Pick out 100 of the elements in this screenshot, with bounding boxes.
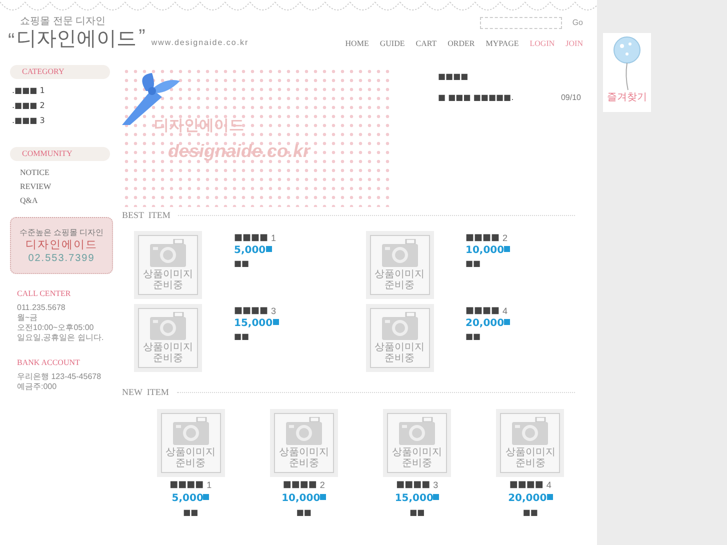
- bookmark-label[interactable]: 즐겨찾기: [607, 92, 647, 104]
- community-link[interactable]: REVIEW: [20, 181, 122, 193]
- section-title: BEST ITEM: [122, 209, 170, 222]
- camera-icon: [172, 417, 209, 445]
- item-name[interactable]: ■■■■: [170, 480, 204, 490]
- item-price: 20,000: [508, 493, 547, 505]
- placeholder-text: 상품이미지 준비중: [142, 268, 194, 290]
- info-text: 일요일,공휴일은 쉽니다.: [17, 333, 105, 343]
- camera-icon: [150, 238, 186, 266]
- camera-icon: [382, 312, 418, 340]
- placeholder-text: 상품이미지 준비중: [164, 447, 217, 469]
- search-field[interactable]: [480, 17, 562, 29]
- info-heading: CALL CENTER: [17, 288, 72, 300]
- camera-icon: [150, 312, 186, 340]
- image-placeholder[interactable]: 상품이미지 준비중: [383, 409, 452, 477]
- banner-title: 디자인에이드: [154, 116, 245, 136]
- logo[interactable]: 디자인에이드: [16, 27, 137, 51]
- nav-link[interactable]: HOME: [345, 38, 369, 50]
- camera-icon: [512, 417, 548, 445]
- community-link[interactable]: Q&A: [20, 195, 122, 207]
- item-number: 4: [546, 480, 552, 490]
- banner-subtitle: designaide.co.kr: [167, 140, 312, 163]
- item-price: 5,000: [172, 493, 204, 505]
- camera-icon: [286, 417, 322, 445]
- item-name[interactable]: ■■■■: [396, 480, 430, 490]
- item-price: 15,000: [234, 318, 273, 330]
- image-placeholder[interactable]: 상품이미지 준비중: [134, 304, 202, 372]
- item-name[interactable]: ■■■■: [509, 480, 544, 490]
- camera-icon: [382, 238, 418, 266]
- currency-icon: [504, 318, 510, 324]
- image-placeholder[interactable]: 상품이미지 준비중: [134, 230, 202, 298]
- item-name[interactable]: ■■■■: [234, 232, 268, 242]
- info-text: 오전10:00~오후05:00: [17, 323, 95, 333]
- placeholder-text: 상품이미지 준비중: [374, 342, 426, 364]
- currency-icon: [203, 494, 210, 500]
- item-tag: ■■: [234, 258, 276, 268]
- category-item[interactable]: .■■■ 2: [12, 100, 122, 112]
- nav-link[interactable]: GUIDE: [380, 38, 405, 50]
- placeholder-text: 상품이미지 준비중: [278, 447, 330, 469]
- item-price: 20,000: [466, 318, 504, 330]
- balloon-icon: [612, 36, 642, 92]
- promo-text: 수준높은 쇼핑몰 디자인: [19, 226, 104, 238]
- site-url[interactable]: www.designaide.co.kr: [151, 37, 249, 49]
- image-placeholder[interactable]: 상품이미지 준비중: [366, 230, 434, 298]
- info-text: 우리은행 123-45-45678: [17, 372, 102, 382]
- item-tag: ■■: [410, 508, 425, 517]
- item-number: 2: [320, 480, 325, 490]
- item-tag: ■■: [234, 332, 279, 340]
- nav-link[interactable]: JOIN: [566, 38, 583, 50]
- placeholder-text: 상품이미지 준비중: [391, 447, 444, 469]
- community-link[interactable]: NOTICE: [20, 167, 122, 179]
- item-name[interactable]: ■■■■: [466, 232, 500, 242]
- promo-card[interactable]: 수준높은 쇼핑몰 디자인 디자인에이드 02.553.7399: [10, 217, 113, 274]
- image-placeholder[interactable]: 상품이미지 준비중: [366, 304, 434, 372]
- item-name[interactable]: ■■■■: [234, 306, 268, 316]
- bookmark-card[interactable]: 즐겨찾기: [603, 33, 651, 112]
- item-number: 2: [502, 232, 508, 242]
- image-placeholder[interactable]: 상품이미지 준비중: [156, 409, 225, 477]
- nav-link[interactable]: MYPAGE: [486, 38, 519, 50]
- notice-item[interactable]: ■ ■■■ ■■■■■.: [438, 92, 514, 104]
- item-tag: ■■: [466, 258, 510, 268]
- nav-link[interactable]: CART: [416, 38, 437, 50]
- promo-title: 디자인에이드: [26, 238, 98, 252]
- item-price: 10,000: [466, 244, 504, 256]
- section-heading: CATEGORY: [10, 65, 110, 79]
- item-name[interactable]: ■■■■: [466, 306, 500, 316]
- category-item[interactable]: .■■■ 1: [12, 85, 122, 97]
- placeholder-text: 상품이미지 준비중: [142, 342, 194, 364]
- info-heading: BANK ACCOUNT: [17, 357, 81, 369]
- placeholder-text: 상품이미지 준비중: [374, 268, 426, 290]
- currency-icon: [320, 494, 326, 500]
- notice-date: 09/10: [560, 92, 581, 104]
- currency-icon: [546, 494, 553, 500]
- nav-link[interactable]: ORDER: [448, 38, 475, 50]
- currency-icon: [272, 318, 279, 324]
- category-item[interactable]: .■■■ 3: [12, 115, 122, 127]
- quote-mark: “: [8, 31, 15, 51]
- currency-icon: [504, 246, 510, 252]
- item-price: 10,000: [282, 493, 320, 505]
- nav-link[interactable]: LOGIN: [530, 38, 555, 50]
- section-heading: COMMUNITY: [10, 147, 110, 161]
- image-placeholder[interactable]: 상품이미지 준비중: [270, 409, 338, 477]
- image-placeholder[interactable]: 상품이미지 준비중: [496, 409, 564, 477]
- camera-icon: [399, 417, 436, 445]
- search-button[interactable]: Go: [572, 17, 583, 29]
- item-name[interactable]: ■■■■: [282, 480, 317, 490]
- currency-icon: [266, 246, 272, 252]
- item-number: 4: [502, 306, 508, 316]
- promo-phone: 02.553.7399: [28, 252, 95, 264]
- info-text: 011.235.5678: [17, 303, 66, 313]
- item-number: 1: [206, 480, 212, 490]
- tagline: 쇼핑몰 전문 디자인: [19, 15, 107, 27]
- section-title: NEW ITEM: [122, 386, 169, 398]
- item-price: 5,000: [234, 244, 266, 256]
- item-tag: ■■: [183, 508, 198, 517]
- item-number: 3: [433, 480, 438, 490]
- item-tag: ■■: [466, 332, 510, 340]
- item-price: 15,000: [394, 493, 434, 505]
- currency-icon: [433, 494, 440, 500]
- notice-title: ■■■■: [438, 71, 470, 83]
